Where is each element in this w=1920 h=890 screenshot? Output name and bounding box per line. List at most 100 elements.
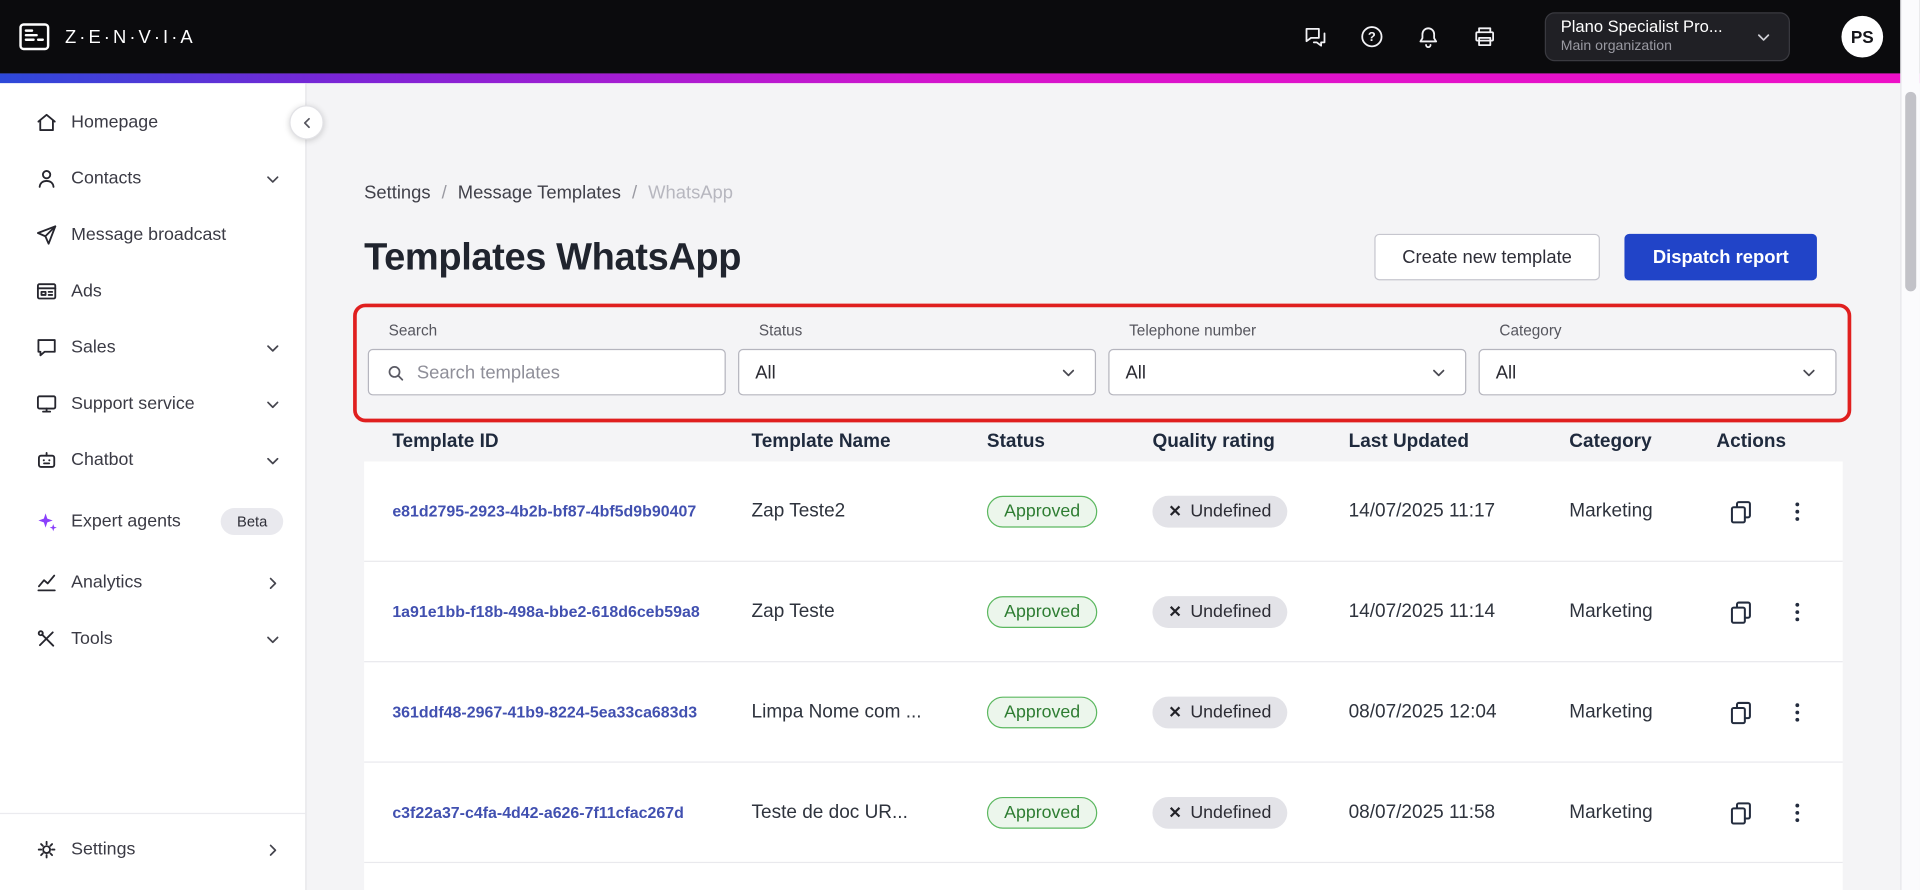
support-service-icon <box>34 392 59 416</box>
row-actions <box>1716 698 1842 725</box>
sidebar-item-homepage[interactable]: Homepage <box>0 94 305 150</box>
sidebar-collapse-button[interactable] <box>289 105 324 140</box>
table-row: 1a91e1bb-f18b-498a-bbe2-618d6ceb59a8 Zap… <box>364 562 1843 663</box>
sidebar-item-analytics[interactable]: Analytics <box>0 555 305 611</box>
title-actions: Create new template Dispatch report <box>1374 233 1817 281</box>
quality-badge: ✕ Undefined <box>1152 796 1288 829</box>
table-header: Template ID Template Name Status Quality… <box>364 422 1843 461</box>
category: Marketing <box>1569 801 1653 823</box>
table-row: 361ddf48-2967-41b9-8224-5ea33ca683d3 Lim… <box>364 662 1843 763</box>
chevron-down-icon <box>1799 362 1820 383</box>
status-badge: Approved <box>986 495 1098 528</box>
chevron-down-icon <box>1428 362 1449 383</box>
column-header-template-name: Template Name <box>751 430 891 452</box>
copy-icon[interactable] <box>1727 598 1754 625</box>
page-scrollbar[interactable] <box>1900 0 1920 890</box>
sidebar-item-expert-agents[interactable]: Expert agents Beta <box>0 493 305 549</box>
copy-icon[interactable] <box>1727 799 1754 826</box>
status-value: All <box>755 361 776 383</box>
notifications-bell-icon[interactable] <box>1415 23 1442 50</box>
template-id-link[interactable]: 361ddf48-2967-41b9-8224-5ea33ca683d3 <box>392 702 697 720</box>
chevron-down-icon <box>262 450 283 471</box>
topbar-actions: ? Plano Specialist Pro... Main organizat… <box>1302 12 1884 62</box>
x-icon: ✕ <box>1168 601 1182 621</box>
breadcrumb: Settings / Message Templates / WhatsApp <box>364 179 1843 206</box>
sidebar-item-settings[interactable]: Settings <box>0 821 305 877</box>
table-row: c3f22a37-c4fa-4d42-a626-7f11cfac267d Tes… <box>364 763 1843 864</box>
dispatch-report-button[interactable]: Dispatch report <box>1624 233 1817 281</box>
conversations-icon[interactable] <box>1302 23 1329 50</box>
help-icon[interactable]: ? <box>1358 23 1385 50</box>
sidebar-item-label: Message broadcast <box>71 225 227 245</box>
kebab-menu-icon[interactable] <box>1784 498 1811 525</box>
breadcrumb-separator: / <box>632 181 638 203</box>
breadcrumb-separator: / <box>441 181 447 203</box>
kebab-menu-icon[interactable] <box>1784 698 1811 725</box>
search-field: Search <box>367 321 726 396</box>
telephone-field: Telephone number All <box>1108 321 1467 396</box>
status-badge: Approved <box>986 595 1098 628</box>
template-name: Limpa Nome com ... <box>751 700 922 722</box>
breadcrumb-message-templates[interactable]: Message Templates <box>458 182 621 203</box>
top-bar: Z·E·N·V·I·A ? Plano Specialist Pro... Ma… <box>0 0 1920 74</box>
search-icon <box>385 362 406 383</box>
scrollbar-thumb[interactable] <box>1905 91 1917 292</box>
analytics-icon <box>34 570 59 594</box>
last-updated: 08/07/2025 11:58 <box>1348 801 1496 823</box>
row-actions <box>1716 598 1842 625</box>
category-value: All <box>1495 361 1517 383</box>
chevron-down-icon <box>262 629 283 650</box>
row-actions <box>1716 498 1842 525</box>
category-select[interactable]: All <box>1478 348 1837 396</box>
sidebar-item-label: Chatbot <box>71 450 134 471</box>
kebab-menu-icon[interactable] <box>1784 598 1811 625</box>
breadcrumb-settings[interactable]: Settings <box>364 182 430 203</box>
filter-highlight-annotation: Search Status All <box>353 303 1852 423</box>
sidebar-item-label: Sales <box>71 337 116 358</box>
organization-subtitle: Main organization <box>1560 39 1672 55</box>
category: Marketing <box>1569 700 1653 722</box>
print-icon[interactable] <box>1471 23 1498 50</box>
telephone-label: Telephone number <box>1129 321 1257 340</box>
search-input[interactable] <box>416 361 709 383</box>
column-header-last-updated: Last Updated <box>1348 430 1469 452</box>
sidebar-bottom: Settings <box>0 812 306 890</box>
copy-icon[interactable] <box>1727 698 1754 725</box>
sidebar-item-label: Settings <box>71 839 136 860</box>
x-icon: ✕ <box>1168 501 1182 520</box>
kebab-menu-icon[interactable] <box>1784 799 1811 826</box>
send-icon <box>34 223 59 247</box>
status-field: Status All <box>738 322 1097 396</box>
template-id-link[interactable]: 1a91e1bb-f18b-498a-bbe2-618d6ceb59a8 <box>392 602 699 620</box>
ads-icon <box>34 279 59 303</box>
category-field: Category All <box>1478 322 1837 396</box>
chevron-right-icon <box>262 839 283 860</box>
sidebar-item-chatbot[interactable]: Chatbot <box>0 432 305 488</box>
copy-icon[interactable] <box>1727 498 1754 525</box>
create-template-button[interactable]: Create new template <box>1374 233 1601 281</box>
category: Marketing <box>1569 500 1653 521</box>
sidebar-item-ads[interactable]: Ads <box>0 263 305 319</box>
sidebar-item-tools[interactable]: Tools <box>0 611 305 667</box>
sidebar-item-sales[interactable]: Sales <box>0 320 305 376</box>
column-header-template-id: Template ID <box>392 430 499 452</box>
template-name: Teste de doc UR... <box>751 801 908 823</box>
status-badge: Approved <box>986 695 1098 728</box>
column-header-quality-rating: Quality rating <box>1152 430 1275 452</box>
breadcrumb-whatsapp: WhatsApp <box>648 181 733 203</box>
sidebar-item-contacts[interactable]: Contacts <box>0 151 305 207</box>
sidebar-item-label: Support service <box>71 394 195 414</box>
brand: Z·E·N·V·I·A <box>16 18 196 55</box>
status-badge: Approved <box>986 796 1098 829</box>
user-avatar[interactable]: PS <box>1841 15 1884 58</box>
organization-selector[interactable]: Plano Specialist Pro... Main organizatio… <box>1544 12 1790 62</box>
telephone-select[interactable]: All <box>1108 348 1467 396</box>
search-label: Search <box>388 321 438 340</box>
sidebar-item-support-service[interactable]: Support service <box>0 376 305 432</box>
template-id-link[interactable]: c3f22a37-c4fa-4d42-a626-7f11cfac267d <box>392 802 684 820</box>
status-select[interactable]: All <box>738 348 1097 396</box>
column-header-category: Category <box>1569 430 1652 452</box>
template-id-link[interactable]: e81d2795-2923-4b2b-bf87-4bf5d9b90407 <box>392 501 696 519</box>
organization-name: Plano Specialist Pro... <box>1560 17 1723 36</box>
sidebar-item-message-broadcast[interactable]: Message broadcast <box>0 207 305 263</box>
